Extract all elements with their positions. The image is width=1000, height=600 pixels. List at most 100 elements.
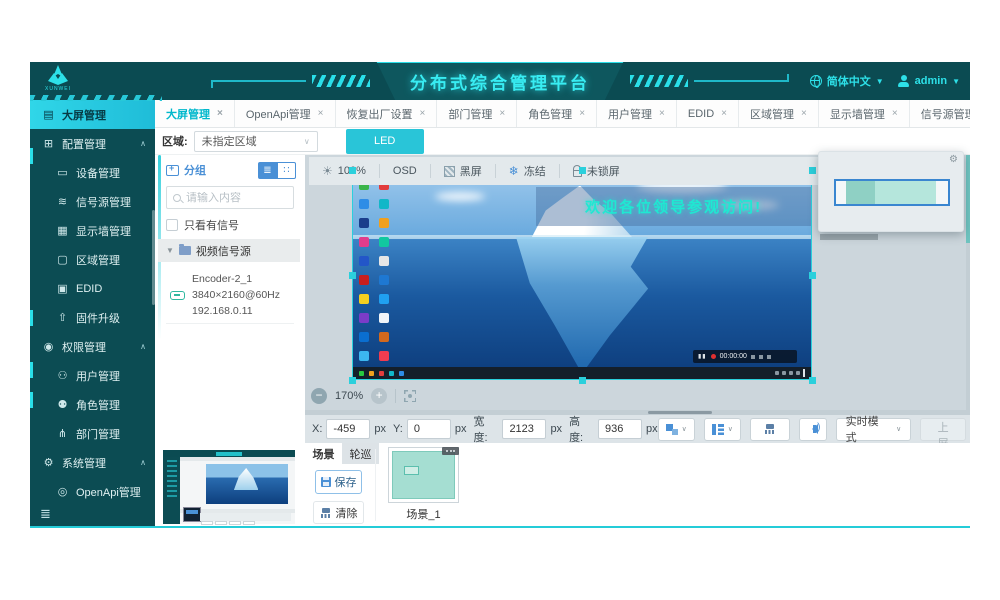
sidebar-item-10[interactable]: ⚉角色管理 [30,390,155,419]
media-icon[interactable] [759,355,763,359]
tab-close-icon[interactable]: × [499,108,505,119]
desktop-app-icon [379,313,389,323]
lock-screen-button[interactable]: 未锁屏 [560,163,633,179]
layout-arrange-button[interactable]: ∨ [704,418,741,441]
sidebar-item-label: 大屏管理 [62,107,106,123]
clear-scene-button[interactable]: 清除 [313,501,364,524]
audio-button[interactable] [799,418,827,441]
gear-icon[interactable]: ⚙ [949,154,958,165]
tab-patrol[interactable]: 轮巡 [342,443,379,464]
freeze-button[interactable]: ❄ 冻结 [496,163,559,179]
tab-9[interactable]: 信号源管理× [910,100,970,127]
layer-order-button[interactable]: ∨ [658,418,695,441]
brightness-control[interactable]: ☀ 100% [309,164,379,178]
tab-close-icon[interactable]: × [217,108,223,119]
sidebar-item-8[interactable]: ◉权限管理∧ [30,332,155,361]
media-icon[interactable] [767,355,771,359]
add-group-icon[interactable] [166,165,179,176]
tab-5[interactable]: 用户管理 × [597,100,677,127]
resize-handle-se[interactable] [809,377,816,384]
tab-3[interactable]: 部门管理× [437,100,517,127]
x-label: X: [312,423,322,435]
sidebar-item-3[interactable]: ≋信号源管理 [30,187,155,216]
video-layer[interactable]: 欢迎各位领导参观访问! ▮▮ 00:00:00 [352,170,812,380]
tab-close-icon[interactable]: × [659,108,665,119]
horizontal-scrollbar-thumb[interactable] [648,411,712,414]
sidebar-collapse-icon[interactable]: ≣ [40,506,51,522]
language-switcher[interactable]: 简体中文 ▼ [810,73,884,89]
height-input[interactable] [598,419,642,439]
resize-handle-sw[interactable] [349,377,356,384]
tab-close-icon[interactable]: × [420,108,426,119]
resize-handle-e[interactable] [809,272,816,279]
record-icon[interactable] [711,354,716,359]
sidebar-item-13[interactable]: ◎OpenApi管理 [30,477,155,506]
sidebar-item-9[interactable]: ⚇用户管理 [30,361,155,390]
tab-0[interactable]: 大屏管理× [155,100,235,127]
tab-close-icon[interactable]: × [318,108,324,119]
tab-close-icon[interactable]: × [721,108,727,119]
resize-handle-w[interactable] [349,272,356,279]
resize-handle-n[interactable] [579,167,586,174]
sidebar-scrollbar[interactable] [152,210,155,305]
taskbar-app-icon [359,371,364,376]
media-icon[interactable] [751,355,755,359]
tab-6[interactable]: EDID× [677,100,739,127]
signal-filter-checkbox[interactable] [166,219,178,231]
user-menu[interactable]: admin ▼ [898,75,960,87]
tab-close-icon[interactable]: × [801,108,807,119]
pause-icon[interactable]: ▮▮ [698,353,707,360]
x-input[interactable] [326,419,370,439]
tab-8[interactable]: 显示墙管理× [819,100,910,127]
scene-panel: 场景 轮巡 保存 清除 [305,443,970,528]
tab-2[interactable]: 恢复出厂设置× [336,100,438,127]
wall-outline[interactable] [834,179,950,206]
y-input[interactable] [407,419,451,439]
mode-select[interactable]: 实时模式 ∨ [836,418,912,441]
apply-to-wall-button[interactable]: 上屏 [920,418,966,441]
search-input[interactable] [186,192,276,204]
desktop-app-icon [379,294,389,304]
resize-handle-ne[interactable] [809,167,816,174]
clear-canvas-button[interactable] [750,418,790,441]
tree-node-video-sources[interactable]: ▼ 视频信号源 [158,239,300,262]
tab-4[interactable]: 角色管理× [517,100,597,127]
tab-label: 用户管理 [608,106,652,122]
width-input[interactable] [502,419,546,439]
tab-close-icon[interactable]: × [892,108,898,119]
sidebar-item-5[interactable]: ▢区域管理 [30,245,155,274]
sidebar-item-4[interactable]: ▦显示墙管理 [30,216,155,245]
fit-to-screen-icon[interactable] [404,390,416,402]
led-button[interactable]: LED [346,129,424,154]
vertical-scrollbar[interactable] [966,155,970,415]
zoom-in-button[interactable]: + [371,388,387,404]
sidebar-item-label: 部门管理 [76,426,120,442]
tab-close-icon[interactable]: × [579,108,585,119]
brush-icon [320,508,332,518]
scene-card[interactable] [388,447,459,503]
resize-handle-nw[interactable] [349,167,356,174]
sidebar-item-2[interactable]: ▭设备管理 [30,158,155,187]
sidebar-item-0[interactable]: ▤大屏管理 [30,100,155,129]
sidebar-item-7[interactable]: ⇧固件升级 [30,303,155,332]
minimap-scrollbar[interactable] [820,234,878,240]
osd-button[interactable]: OSD [380,165,430,177]
grid-view-button[interactable]: ∷ [277,162,296,179]
resize-handle-s[interactable] [579,377,586,384]
wall-preview-thumbnail[interactable] [158,447,300,528]
wall-canvas[interactable]: ☀ 100% OSD 黑屏 [305,155,970,415]
save-scene-button[interactable]: 保存 [315,470,362,494]
sidebar-item-1[interactable]: ⊞配置管理∧ [30,129,155,158]
region-select[interactable]: 未指定区域 ∨ [194,131,318,152]
vertical-scrollbar-thumb[interactable] [966,155,970,243]
tab-7[interactable]: 区域管理× [739,100,819,127]
black-screen-button[interactable]: 黑屏 [431,163,495,179]
encoder-list-item[interactable]: Encoder-2_1 3840×2160@60Hz 192.168.0.11 [158,267,300,327]
tab-scene[interactable]: 场景 [305,443,342,464]
tab-1[interactable]: OpenApi管理× [235,100,336,127]
sidebar-item-11[interactable]: ⋔部门管理 [30,419,155,448]
list-view-button[interactable]: ≣ [258,162,277,179]
sidebar-item-6[interactable]: ▣EDID [30,274,155,303]
sidebar-item-12[interactable]: ⚙系统管理∧ [30,448,155,477]
zoom-out-button[interactable]: − [311,388,327,404]
